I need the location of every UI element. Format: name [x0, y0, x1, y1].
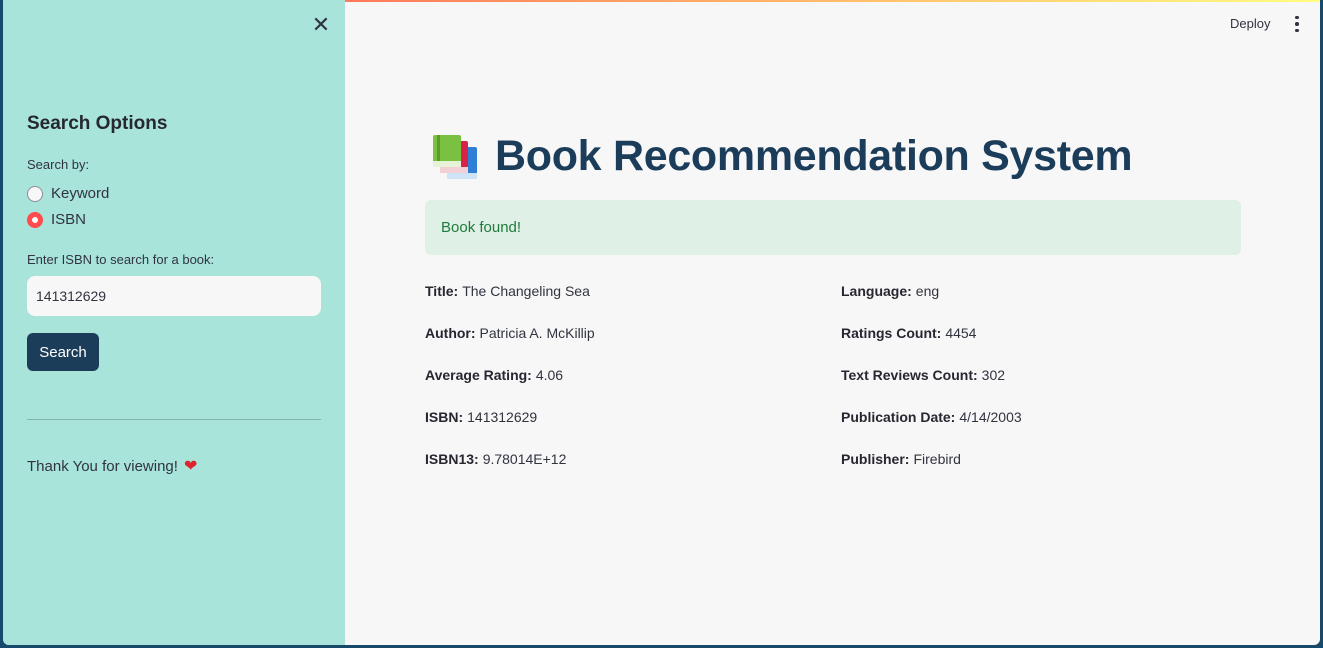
search-by-label: Search by: [27, 157, 90, 172]
radio-isbn-circle[interactable] [27, 211, 43, 228]
thank-you-text: Thank You for viewing! [27, 457, 178, 475]
close-sidebar-icon[interactable]: ✕ [311, 14, 331, 36]
page-title-text: Book Recommendation System [495, 132, 1133, 180]
detail-text-reviews-count: Text Reviews Count: 302 [841, 367, 1006, 383]
detail-title: Title: The Changeling Sea [425, 283, 590, 299]
red-heart-icon: ❤ [183, 458, 198, 475]
deploy-button[interactable]: Deploy [1230, 16, 1270, 31]
sidebar: ✕ Search Options Search by: Keyword ISBN… [3, 0, 345, 645]
detail-publication-date: Publication Date: 4/14/2003 [841, 409, 1022, 425]
detail-language: Language: eng [841, 283, 940, 299]
detail-isbn13: ISBN13: 9.78014E+12 [425, 451, 567, 467]
details-left-column: Title: The Changeling Sea Author: Patricia… [425, 270, 595, 480]
success-alert-text: Book found! [441, 219, 522, 236]
radio-isbn-label: ISBN [51, 211, 87, 228]
app-window: ✕ Search Options Search by: Keyword ISBN… [3, 0, 1320, 645]
thank-you-message: Thank You for viewing! ❤ [27, 456, 197, 476]
isbn-input[interactable] [27, 276, 321, 316]
page-title: Book Recommendation System [431, 132, 1133, 181]
books-icon [433, 134, 477, 179]
sidebar-title: Search Options [27, 113, 168, 134]
search-button[interactable]: Search [27, 333, 99, 371]
detail-isbn: ISBN: 141312629 [425, 409, 538, 425]
isbn-input-label: Enter ISBN to search for a book: [27, 252, 215, 267]
detail-publisher: Publisher: Firebird [841, 451, 961, 467]
sidebar-divider [27, 419, 321, 420]
details-right-column: Language: eng Ratings Count: 4454 Text Rev… [841, 270, 1022, 480]
radio-keyword-circle[interactable] [27, 185, 43, 202]
success-alert: Book found! [425, 200, 1241, 255]
radio-keyword[interactable]: Keyword [27, 185, 109, 202]
detail-average-rating: Average Rating: 4.06 [425, 367, 564, 383]
radio-keyword-label: Keyword [51, 185, 110, 202]
detail-ratings-count: Ratings Count: 4454 [841, 325, 977, 341]
vertical-dots-icon[interactable] [1290, 14, 1304, 34]
detail-author: Author: Patricia A. McKillip [425, 325, 595, 341]
radio-isbn[interactable]: ISBN [27, 211, 86, 228]
